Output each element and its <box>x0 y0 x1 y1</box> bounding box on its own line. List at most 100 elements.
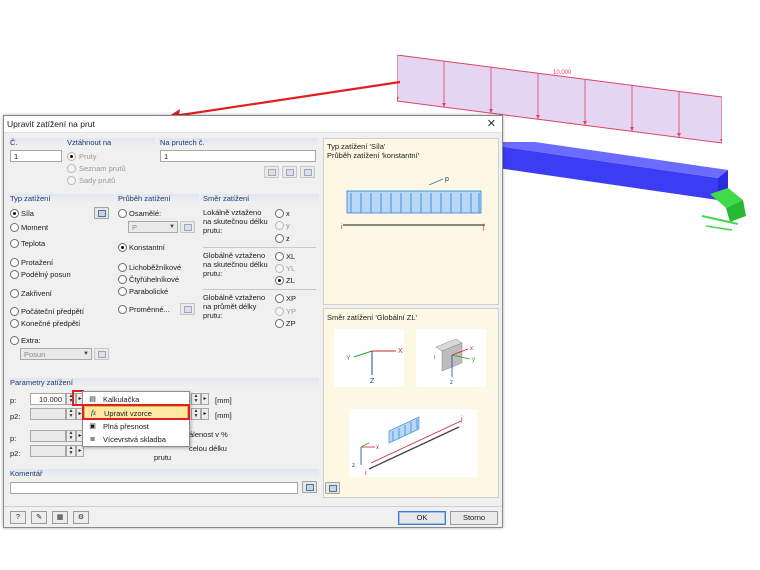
load-type-moment-radio[interactable] <box>10 223 19 232</box>
concentrated-select[interactable]: P ▼ <box>128 221 178 233</box>
layers-icon: ≣ <box>89 436 96 443</box>
comment-label: Komentář <box>10 469 43 478</box>
load-type-curvature-radio[interactable] <box>10 289 19 298</box>
relative-list-radio[interactable] <box>67 164 76 173</box>
axis-z-label: Z <box>370 378 375 385</box>
comment-field[interactable] <box>10 482 298 494</box>
direction-zl-radio[interactable] <box>275 276 284 285</box>
p2-value-field[interactable] <box>30 408 66 420</box>
global-true-text: Globálně vztaženo na skutečnou délku pru… <box>203 251 268 278</box>
load-type-initial-prestress-radio[interactable] <box>10 307 19 316</box>
p2-spinner-b[interactable]: ▲ ▼ <box>66 445 76 457</box>
dist-tapered-radio[interactable] <box>118 275 127 284</box>
diagram-p-label: p <box>445 177 449 183</box>
direction-y-radio[interactable] <box>275 221 284 230</box>
load-type-extra-radio[interactable] <box>10 336 19 345</box>
extra-edit-button[interactable] <box>94 348 109 360</box>
load-type-info-button[interactable] <box>94 207 109 219</box>
dist-concentrated-label: Osamělé: <box>129 209 162 218</box>
direction-yp-radio[interactable] <box>275 307 284 316</box>
load-type-extra-label: Extra: <box>21 336 41 345</box>
dist-tapered-label: Čtyřúhelníkové <box>129 275 180 284</box>
direction-xp-label: XP <box>286 294 297 303</box>
p-spinner-b[interactable]: ▲ ▼ <box>66 430 76 442</box>
comment-library-button[interactable] <box>302 481 317 493</box>
beam-3d <box>470 142 728 200</box>
extra-select[interactable]: Posun ▼ <box>20 348 92 360</box>
load-type-label: Typ zatížení <box>10 194 51 203</box>
dialog-title: Upravit zatížení na prut <box>7 119 95 129</box>
constant-load-diagram: p i j <box>341 177 485 231</box>
units-icon[interactable]: ▦ <box>52 511 68 524</box>
load-type-final-prestress-radio[interactable] <box>10 319 19 328</box>
menu-calculator-label: Kalkulačka <box>103 395 140 404</box>
chevron-down-icon: ▼ <box>83 351 89 357</box>
dist-constant-label: Konstantní <box>129 243 165 252</box>
load-distribution-label: Průběh zatížení <box>118 194 171 203</box>
select-all-button[interactable] <box>300 166 315 178</box>
relative-sets-radio[interactable] <box>67 176 76 185</box>
member-y-label: y <box>472 357 475 363</box>
load-type-final-prestress-label: Konečné předpětí <box>21 319 81 328</box>
relative-members-radio[interactable] <box>67 152 76 161</box>
member-i-label: i <box>434 355 435 361</box>
direction-x-radio[interactable] <box>275 209 284 218</box>
p-value-field[interactable]: 10.000 <box>30 393 66 405</box>
member-z-label: z <box>450 380 453 386</box>
a-spinner[interactable]: ▲ ▼ <box>191 393 201 405</box>
edit-icon[interactable]: ✎ <box>31 511 47 524</box>
member-x-label: x <box>470 346 473 352</box>
varying-edit-button[interactable] <box>180 303 195 315</box>
extra-select-value: Posun <box>24 350 46 359</box>
load-type-axial-displacement-label: Podélný posun <box>21 270 71 279</box>
direction-z-radio[interactable] <box>275 234 284 243</box>
menu-multilayer[interactable]: ≣ Vícevrstvá skladba <box>84 433 188 446</box>
p2-field-b[interactable] <box>30 445 66 457</box>
p2-label: p2: <box>10 412 21 421</box>
settings-icon[interactable]: ⚙ <box>73 511 89 524</box>
cancel-button[interactable]: Storno <box>450 511 498 525</box>
menu-full-precision[interactable]: ▣ Plná přesnost <box>84 420 188 433</box>
direction-yl-radio[interactable] <box>275 264 284 273</box>
direction-xl-radio[interactable] <box>275 252 284 261</box>
direction-yp-label: YP <box>286 307 297 316</box>
chevron-down-icon: ▼ <box>169 224 175 230</box>
direction-zp-radio[interactable] <box>275 319 284 328</box>
dist-varying-radio[interactable] <box>118 305 127 314</box>
concentrated-select-value: P <box>132 223 138 232</box>
number-field[interactable]: 1 <box>10 150 62 162</box>
direction-zp-label: ZP <box>286 319 296 328</box>
dist-trapezoidal-label: Lichoběžníkové <box>129 263 182 272</box>
dist-varying-label: Proměnné... <box>129 305 170 314</box>
load-type-strain-radio[interactable] <box>10 258 19 267</box>
b-spinner[interactable]: ▲ ▼ <box>191 408 201 420</box>
load-type-force-radio[interactable] <box>10 209 19 218</box>
on-members-field[interactable]: 1 <box>160 150 316 162</box>
dist-trapezoidal-radio[interactable] <box>118 263 127 272</box>
dist-parabolic-radio[interactable] <box>118 287 127 296</box>
p2-spinner[interactable]: ▲ ▼ <box>66 408 76 420</box>
a-menu-arrow[interactable]: ▸ <box>201 393 209 405</box>
direction-x-label: x <box>286 209 290 218</box>
load-type-initial-prestress-label: Počáteční předpětí <box>21 307 84 316</box>
load-type-temperature-label: Teplota <box>21 239 46 248</box>
concentrated-edit-button[interactable] <box>180 221 195 233</box>
member-text: prutu <box>154 453 172 462</box>
load-j-label: j <box>460 416 463 423</box>
view-options-button[interactable] <box>325 482 340 494</box>
b-menu-arrow[interactable]: ▸ <box>201 408 209 420</box>
direction-xp-radio[interactable] <box>275 294 284 303</box>
load-direction-label: Směr zatížení <box>203 194 250 203</box>
pick-member-button[interactable] <box>264 166 279 178</box>
load-preview-pane: Typ zatížení 'Síla' Průběh zatížení 'kon… <box>323 138 499 305</box>
ok-button[interactable]: OK <box>398 511 446 525</box>
dist-concentrated-radio[interactable] <box>118 209 127 218</box>
load-type-axial-displacement-radio[interactable] <box>10 270 19 279</box>
load-type-temperature-radio[interactable] <box>10 239 19 248</box>
dist-constant-radio[interactable] <box>118 243 127 252</box>
highlight-formula-box <box>82 404 190 420</box>
p-field-b[interactable] <box>30 430 66 442</box>
help-icon[interactable]: ? <box>10 511 26 524</box>
close-icon[interactable]: ✕ <box>487 117 496 131</box>
pick-members-button[interactable] <box>282 166 297 178</box>
